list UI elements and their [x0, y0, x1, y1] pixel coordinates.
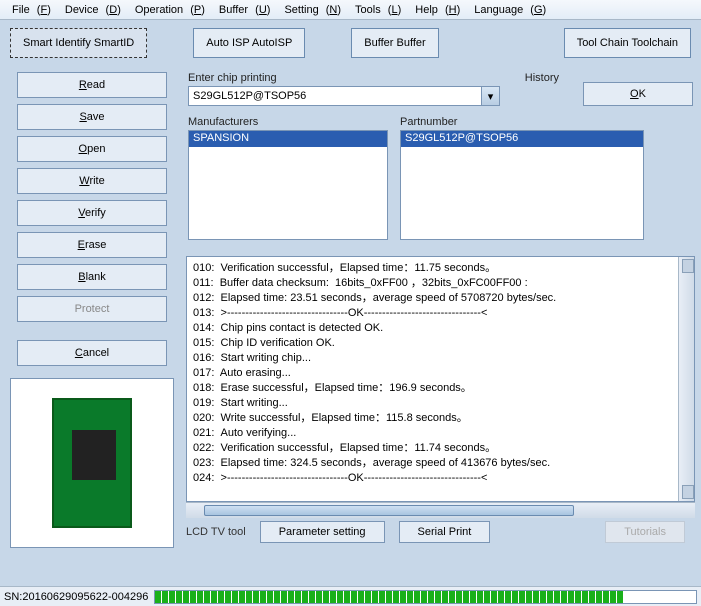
menu-language[interactable]: Language (G) [466, 2, 550, 17]
partnumber-label: Partnumber [400, 116, 644, 128]
toolchain-button[interactable]: Tool Chain Toolchain [564, 28, 691, 58]
menu-buffer[interactable]: Buffer (U) [211, 2, 275, 17]
manufacturers-label: Manufacturers [188, 116, 388, 128]
ok-button[interactable]: OK [583, 82, 693, 106]
menu-help[interactable]: Help (H) [407, 2, 464, 17]
erase-button[interactable]: Erase [17, 232, 167, 258]
menu-device[interactable]: Device (D) [57, 2, 125, 17]
smart-identify-button[interactable]: Smart Identify SmartID [10, 28, 147, 58]
list-item[interactable]: S29GL512P@TSOP56 [401, 131, 643, 147]
save-button[interactable]: Save [17, 104, 167, 130]
list-item[interactable]: SPANSION [189, 131, 387, 147]
menu-setting[interactable]: Setting (N) [276, 2, 345, 17]
horizontal-scrollbar[interactable] [186, 502, 695, 518]
tutorials-button[interactable]: Tutorials [605, 521, 685, 543]
cancel-button[interactable]: Cancel [17, 340, 167, 366]
write-button[interactable]: Write [17, 168, 167, 194]
chevron-down-icon: ▾ [488, 90, 494, 103]
read-button[interactable]: Read [17, 72, 167, 98]
status-bar: SN:20160629095622-004296 [0, 586, 701, 606]
menu-tools[interactable]: Tools (L) [347, 2, 405, 17]
protect-button: Protect [17, 296, 167, 322]
toolbar: Smart Identify SmartID Auto ISP AutoISP … [0, 20, 701, 66]
progress-bar [154, 590, 697, 604]
scrollbar-thumb[interactable] [204, 505, 574, 516]
blank-button[interactable]: Blank [17, 264, 167, 290]
partnumber-listbox[interactable]: S29GL512P@TSOP56 [400, 130, 644, 240]
chip-preview-image [10, 378, 174, 548]
serial-number: SN:20160629095622-004296 [4, 591, 148, 603]
verify-button[interactable]: Verify [17, 200, 167, 226]
manufacturers-listbox[interactable]: SPANSION [188, 130, 388, 240]
lcd-tv-label: LCD TV tool [186, 526, 246, 538]
log-panel: 010: Verification successful，Elapsed tim… [186, 256, 695, 502]
log-text: 010: Verification successful，Elapsed tim… [187, 257, 678, 501]
menu-operation[interactable]: Operation (P) [127, 2, 209, 17]
vertical-scrollbar[interactable] [678, 257, 694, 501]
menubar: File (F) Device (D) Operation (P) Buffer… [0, 0, 701, 20]
chip-combo[interactable]: ▾ [188, 86, 500, 106]
chip-dropdown-button[interactable]: ▾ [482, 86, 500, 106]
buffer-button[interactable]: Buffer Buffer [351, 28, 438, 58]
open-button[interactable]: Open [17, 136, 167, 162]
sidebar: Read Save Open Write Verify Erase Blank … [6, 66, 178, 548]
serial-print-button[interactable]: Serial Print [399, 521, 491, 543]
chip-input[interactable] [188, 86, 482, 106]
enter-chip-label: Enter chip printing [188, 72, 277, 84]
history-label: History [525, 72, 559, 84]
auto-isp-button[interactable]: Auto ISP AutoISP [193, 28, 305, 58]
parameter-setting-button[interactable]: Parameter setting [260, 521, 385, 543]
menu-file[interactable]: File (F) [4, 2, 55, 17]
